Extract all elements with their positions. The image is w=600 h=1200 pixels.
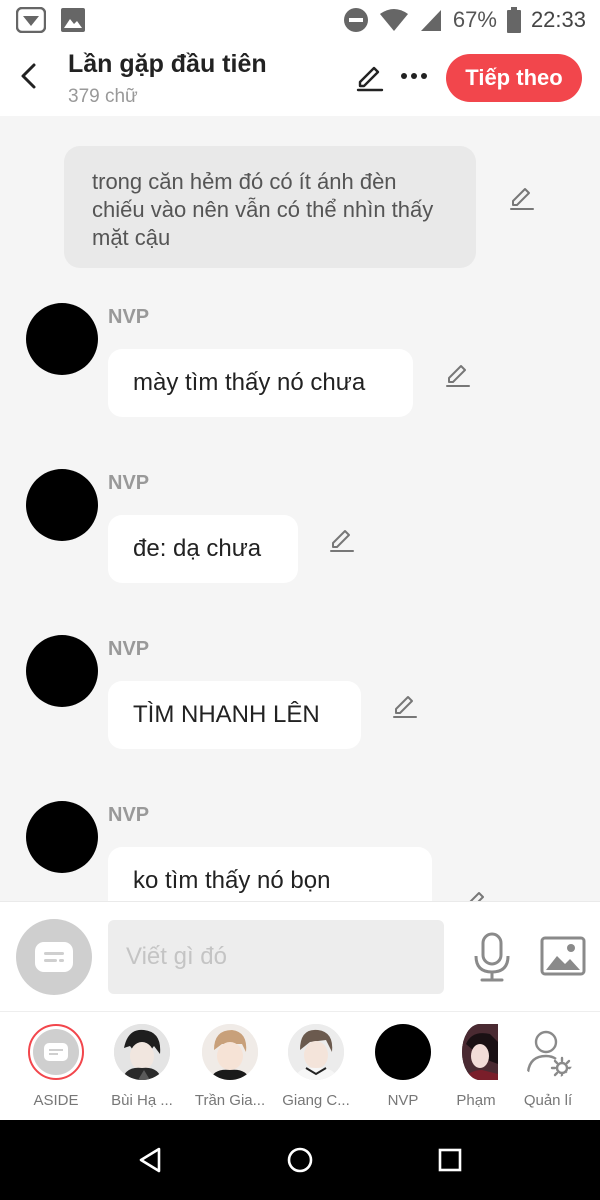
user-settings-icon (526, 1030, 574, 1080)
edit-message-pencil-icon[interactable] (462, 888, 490, 901)
avatar[interactable] (26, 469, 98, 541)
more-options-button[interactable] (398, 60, 430, 92)
page-title: Lần gặp đầu tiên (68, 50, 267, 78)
avatar[interactable] (26, 635, 98, 707)
battery-icon (506, 7, 521, 33)
nav-back-button[interactable] (130, 1140, 170, 1180)
square-recents-icon (438, 1148, 462, 1172)
composer-bar (0, 901, 600, 1011)
character-bar: ASIDE Bùi Hạ ... Trần Gia... Giang C... … (0, 1011, 600, 1120)
chat-bubble-icon (35, 942, 73, 972)
character-label: Giang C... (282, 1092, 350, 1109)
avatar (202, 1024, 258, 1080)
sender-name: NVP (108, 472, 150, 494)
character-aside[interactable]: ASIDE (12, 1024, 100, 1116)
next-button[interactable]: Tiếp theo (446, 54, 582, 102)
message-input[interactable] (108, 920, 444, 994)
avatar[interactable] (26, 801, 98, 873)
sender-name: NVP (108, 638, 150, 660)
image-picker-icon[interactable] (540, 936, 586, 976)
do-not-disturb-icon (343, 8, 368, 32)
narration-bubble[interactable]: trong căn hẻm đó có ít ánh đèn chiếu vào… (64, 146, 476, 268)
avatar (114, 1024, 170, 1080)
avatar[interactable] (26, 303, 98, 375)
app-notification-icon (16, 7, 46, 33)
nav-home-button[interactable] (280, 1140, 320, 1180)
message-bubble[interactable]: TÌM NHANH LÊN (108, 681, 361, 749)
message-bubble[interactable]: đe: dạ chưa (108, 515, 298, 583)
back-button[interactable] (12, 56, 44, 96)
character-label: Trần Gia... (194, 1092, 266, 1109)
nav-recents-button[interactable] (430, 1140, 470, 1180)
character-label: Quản lí (523, 1092, 573, 1109)
triangle-back-icon (139, 1147, 161, 1173)
chat-area[interactable]: trong căn hẻm đó có ít ánh đèn chiếu vào… (0, 116, 600, 901)
microphone-icon[interactable] (470, 932, 514, 982)
more-dots-icon (401, 73, 427, 79)
battery-percent: 67% (452, 7, 497, 32)
manage-avatar (520, 1024, 576, 1080)
message-bubble[interactable]: mày tìm thấy nó chưa (108, 349, 413, 417)
character-tran-gia[interactable]: Trần Gia... (186, 1024, 274, 1116)
circle-home-icon (287, 1147, 313, 1173)
sender-name: NVP (108, 804, 150, 826)
aside-avatar (28, 1024, 84, 1080)
avatar (288, 1024, 344, 1080)
edit-message-pencil-icon[interactable] (444, 361, 472, 389)
edit-narration-pencil-icon[interactable] (508, 184, 536, 212)
character-label: ASIDE (33, 1092, 79, 1109)
aside-toggle-button[interactable] (16, 919, 92, 995)
image-notification-icon (61, 8, 85, 32)
edit-message-pencil-icon[interactable] (391, 692, 419, 720)
status-bar: 67% 22:33 (0, 0, 600, 40)
avatar (375, 1024, 431, 1080)
character-bui-ha[interactable]: Bùi Hạ ... (98, 1024, 186, 1116)
sender-name: NVP (108, 306, 150, 328)
wifi-icon (379, 9, 408, 31)
word-count: 379 chữ (68, 86, 138, 107)
pencil-icon (356, 66, 384, 92)
cell-signal-icon (420, 10, 441, 31)
character-giang-c[interactable]: Giang C... (272, 1024, 360, 1116)
character-label: Bùi Hạ ... (111, 1092, 173, 1109)
edit-title-button[interactable] (354, 62, 386, 94)
message-bubble[interactable]: ko tìm thấy nó bọn (108, 847, 432, 901)
edit-message-pencil-icon[interactable] (328, 526, 356, 554)
clock: 22:33 (530, 7, 586, 32)
avatar (462, 1024, 498, 1080)
chat-bubble-icon (44, 1043, 68, 1061)
chevron-left-icon (21, 63, 36, 89)
character-manage[interactable]: Quản lí (504, 1024, 592, 1116)
system-nav-bar (0, 1120, 600, 1200)
header: Lần gặp đầu tiên 379 chữ Tiếp theo (0, 40, 600, 116)
